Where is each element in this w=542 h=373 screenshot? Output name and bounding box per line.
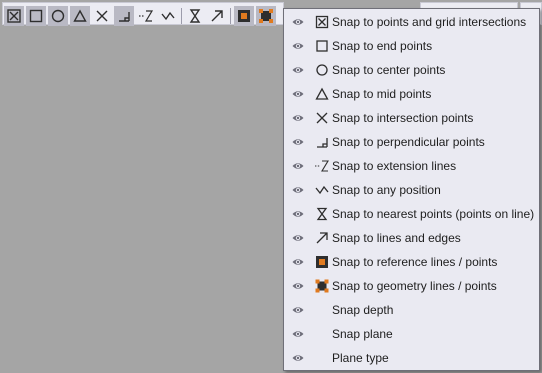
snap-end-points-icon [315,39,329,53]
eye-icon[interactable] [292,160,304,172]
snap-menu-item-label: Snap to mid points [332,87,432,101]
snap-menu-item-label: Snap to perpendicular points [332,135,485,149]
snap-end-points-button[interactable] [26,6,46,26]
eye-icon[interactable] [292,40,304,52]
eye-icon[interactable] [292,280,304,292]
snap-points-grid-button[interactable] [4,6,24,26]
snap-menu-item[interactable]: Snap depth [284,298,539,322]
eye-icon[interactable] [292,256,304,268]
snap-points-grid-icon [6,8,22,24]
snap-menu-item-label: Snap to reference lines / points [332,255,498,269]
eye-icon[interactable] [292,232,304,244]
snap-menu-item-label: Snap to any position [332,183,441,197]
eye-icon[interactable] [292,304,304,316]
snap-menu-item[interactable]: Snap to intersection points [284,106,539,130]
snap-points-grid-icon [315,15,329,29]
toolbar-separator [230,8,231,24]
snap-intersection-icon [315,111,329,125]
snap-any-position-icon [315,183,329,197]
snap-menu-item-label: Snap to intersection points [332,111,474,125]
snap-reference-lines-icon [315,255,329,269]
snap-extension-button[interactable] [136,6,156,26]
snap-geometry-lines-button[interactable] [256,6,276,26]
snap-menu-item-label: Snap depth [332,303,394,317]
snap-mid-points-icon [72,8,88,24]
snap-menu-item[interactable]: Snap to mid points [284,82,539,106]
eye-icon[interactable] [292,184,304,196]
snap-menu-item-label: Snap to geometry lines / points [332,279,497,293]
snap-perpendicular-icon [116,8,132,24]
snap-geometry-lines-icon [258,8,274,24]
snap-perpendicular-icon [315,135,329,149]
snap-nearest-icon [315,207,329,221]
toolbar-separator [181,8,182,24]
snap-menu-item[interactable]: Snap to lines and edges [284,226,539,250]
eye-icon[interactable] [292,16,304,28]
snap-menu-item[interactable]: Snap plane [284,322,539,346]
snap-menu-item[interactable]: Snap to points and grid intersections [284,10,539,34]
snap-lines-edges-icon [209,8,225,24]
snap-intersection-button[interactable] [92,6,112,26]
eye-icon[interactable] [292,88,304,100]
snap-menu-item-label: Snap to points and grid intersections [332,15,527,29]
snap-menu-item-label: Snap plane [332,327,393,341]
snap-lines-edges-button[interactable] [207,6,227,26]
snap-center-points-button[interactable] [48,6,68,26]
snap-menu-item-label: Snap to extension lines [332,159,457,173]
snap-intersection-icon [94,8,110,24]
snap-center-points-icon [50,8,66,24]
eye-icon[interactable] [292,112,304,124]
snap-settings-menu: Snap to points and grid intersections Sna… [283,8,540,371]
snap-reference-lines-button[interactable] [234,6,254,26]
snap-menu-item-label: Snap to nearest points (points on line) [332,207,535,221]
eye-icon[interactable] [292,208,304,220]
snap-menu-item[interactable]: Snap to center points [284,58,539,82]
eye-icon[interactable] [292,328,304,340]
snap-extension-icon [315,159,329,173]
snap-mid-points-icon [315,87,329,101]
eye-icon[interactable] [292,64,304,76]
eye-icon[interactable] [292,352,304,364]
snap-nearest-button[interactable] [185,6,205,26]
snap-end-points-icon [28,8,44,24]
snap-menu-item-label: Snap to end points [332,39,433,53]
snap-any-position-button[interactable] [158,6,178,26]
snap-toolbar-strip [2,2,284,26]
snap-geometry-lines-icon [315,279,329,293]
eye-icon[interactable] [292,136,304,148]
snap-menu-item[interactable]: Snap to nearest points (points on line) [284,202,539,226]
snap-menu-item-label: Snap to lines and edges [332,231,461,245]
snap-menu-item[interactable]: Snap to reference lines / points [284,250,539,274]
snap-menu-item-label: Snap to center points [332,63,446,77]
snap-menu-item[interactable]: Snap to any position [284,178,539,202]
snap-menu-item[interactable]: Snap to extension lines [284,154,539,178]
snap-perpendicular-button[interactable] [114,6,134,26]
snap-menu-item-label: Plane type [332,351,389,365]
snap-menu-item[interactable]: Plane type [284,346,539,370]
snap-any-position-icon [160,8,176,24]
snap-mid-points-button[interactable] [70,6,90,26]
snap-menu-item[interactable]: Snap to geometry lines / points [284,274,539,298]
snap-menu-item[interactable]: Snap to perpendicular points [284,130,539,154]
snap-center-points-icon [315,63,329,77]
snap-reference-lines-icon [236,8,252,24]
snap-nearest-icon [187,8,203,24]
snap-extension-icon [138,8,154,24]
snap-lines-edges-icon [315,231,329,245]
snap-menu-item[interactable]: Snap to end points [284,34,539,58]
